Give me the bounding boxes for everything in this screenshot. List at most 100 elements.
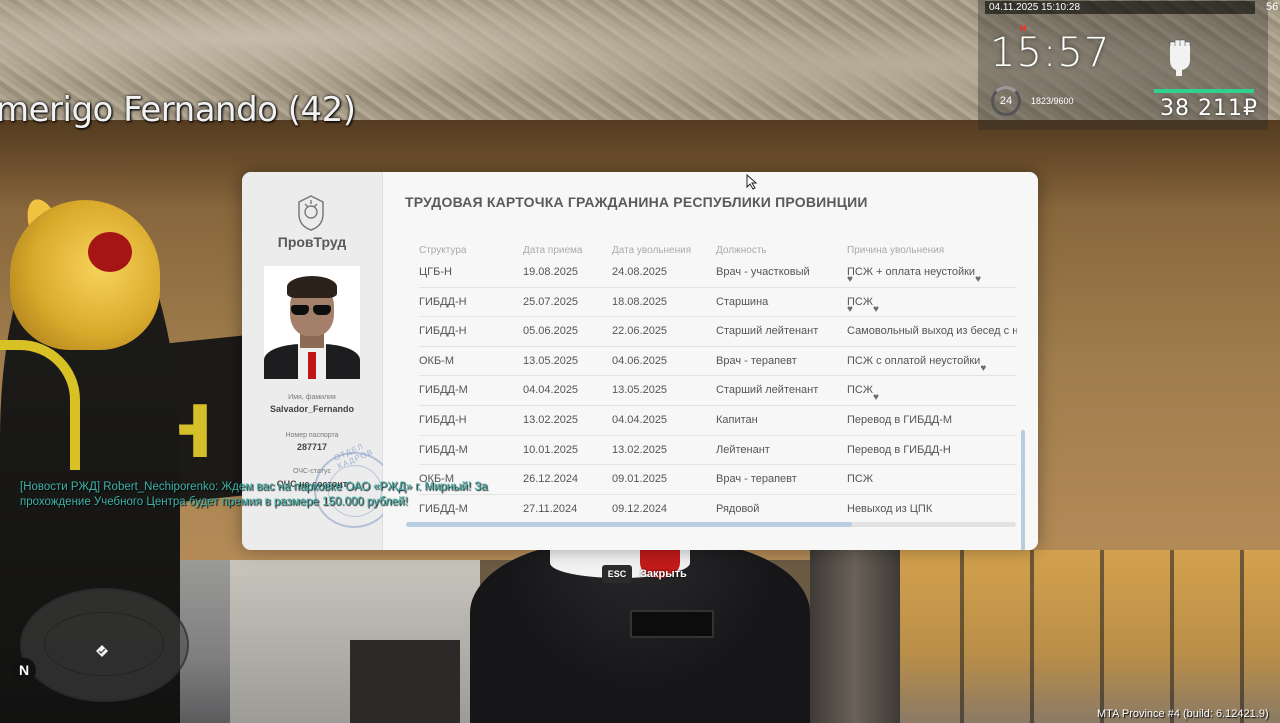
fist-icon — [1169, 39, 1191, 76]
cell-reason: ПСЖ — [847, 473, 873, 485]
cell-position: Врач - терапевт — [716, 354, 797, 367]
heart-icon: ♥ — [975, 274, 982, 285]
pillar — [810, 540, 900, 723]
cell-position: Врач - участковый — [716, 266, 810, 278]
cell-reason: ПСЖ ♥ — [847, 384, 879, 403]
esc-key[interactable]: ESC — [602, 565, 632, 583]
cell-fired: 24.08.2025 — [612, 266, 668, 278]
cell-fired: 18.08.2025 — [612, 295, 668, 308]
cell-reason: ПСЖ с оплатой неустойки ♥ — [847, 354, 986, 374]
col-position: Должность — [716, 245, 767, 256]
cell-position: Старшина — [716, 295, 769, 308]
player-marker-icon — [96, 645, 108, 657]
heart-icon: ♥ — [847, 274, 853, 285]
citizen-photo — [264, 266, 360, 379]
reason-text: Перевод в ГИБДД-Н — [847, 443, 951, 456]
reason-text: ПСЖ + оплата неустойки — [847, 266, 976, 278]
player-nametag: merigo Fernando (42) — [0, 90, 356, 130]
cell-fired: 13.05.2025 — [612, 384, 668, 397]
sunglasses — [291, 302, 333, 315]
employment-table[interactable]: ЦГБ-Н 19.08.2025 24.08.2025 Врач - участков… — [419, 258, 1017, 516]
table-row[interactable]: ОКБ-М 26.12.2024 09.01.2025 Врач - терапевт… — [419, 465, 1017, 495]
name-value: Salvador_Fernando — [269, 404, 355, 414]
cell-position: Старший лейтенант — [716, 384, 819, 397]
cell-structure: ОКБ-М — [419, 354, 455, 367]
heart-icon: ♥ — [873, 303, 879, 315]
table-row[interactable]: ОКБ-М 13.05.2025 04.06.2025 Врач - терапевт… — [419, 347, 1017, 377]
passport-label: Номер паспорта — [285, 432, 339, 439]
cell-reason: ♥ ПСЖ ♥ — [847, 296, 879, 315]
reason-text: ПСЖ с оплатой неустойки — [847, 354, 981, 367]
reason-text: Невыход из ЦПК — [847, 502, 933, 515]
cell-reason: Перевод в ГИБДД-Н — [847, 444, 951, 456]
chat-message: [Новости РЖД] Robert_Nechiporenko: Ждем … — [20, 481, 488, 508]
table-row[interactable]: ГИБДД-Н 13.02.2025 04.04.2025 Капитан Перево… — [419, 406, 1017, 436]
cell-position: Капитан — [716, 413, 758, 426]
col-hired: Дата приема — [523, 245, 583, 256]
cell-structure: ЦГБ-Н — [419, 266, 452, 278]
cell-reason: Перевод в ГИБДД-М — [847, 414, 952, 426]
table-row[interactable]: ГИБДД-М 04.04.2025 13.05.2025 Старший лейте… — [419, 376, 1017, 406]
table-row[interactable]: ГИБДД-Н 05.06.2025 22.06.2025 Старший лейте… — [419, 317, 1017, 347]
cell-reason: Самовольный выход из бесед с не — [847, 325, 1017, 337]
reason-text: Самовольный выход из бесед с не — [847, 325, 1017, 338]
cell-fired: 09.01.2025 — [612, 473, 668, 486]
cell-hired: 27.11.2024 — [523, 502, 578, 515]
table-row[interactable]: ЦГБ-Н 19.08.2025 24.08.2025 Врач - участков… — [419, 258, 1017, 288]
cell-position: Старший лейтенант — [716, 325, 819, 338]
cell-hired: 25.07.2025 — [523, 295, 579, 308]
table-row[interactable]: ГИБДД-М 27.11.2024 09.12.2024 Рядовой Невыхо… — [419, 495, 1017, 516]
brand-name: ПровТруд — [277, 234, 347, 250]
health-bar — [1154, 89, 1254, 93]
cell-structure: ГИБДД-М — [419, 443, 468, 456]
cell-hired: 10.01.2025 — [523, 443, 579, 456]
cell-fired: 22.06.2025 — [612, 325, 668, 338]
reason-text: ПСЖ — [847, 473, 874, 486]
col-fired: Дата увольнения — [612, 245, 692, 256]
cell-reason: ♥ ПСЖ + оплата неустойки ♥ — [847, 266, 981, 285]
hud-exp: 1823/9600 — [1031, 96, 1074, 106]
hud-datetime: 04.11.2025 15:10:28 — [985, 1, 1255, 14]
reason-text: ПСЖ — [847, 384, 874, 397]
hud-level: 24 — [999, 95, 1013, 107]
card-title: ТРУДОВАЯ КАРТОЧКА ГРАЖДАНИНА РЕСПУБЛИКИ … — [405, 194, 868, 210]
heart-icon: ♥ — [847, 303, 853, 315]
cell-position: Врач - терапевт — [716, 473, 797, 486]
heart-icon: ♥ — [980, 362, 987, 374]
hud-corner-number: 56 — [1266, 1, 1279, 13]
cell-structure: ГИБДД-М — [419, 384, 468, 397]
mouse-cursor-icon — [746, 174, 758, 190]
north-indicator: N — [12, 658, 36, 682]
cell-hired: 19.08.2025 — [523, 266, 579, 278]
cell-reason: Невыход из ЦПК — [847, 503, 932, 515]
cell-hired: 26.12.2024 — [523, 473, 579, 486]
heart-icon: ♥ — [873, 392, 879, 404]
cell-hired: 13.02.2025 — [523, 413, 579, 426]
vertical-scrollbar-thumb[interactable] — [1021, 430, 1025, 550]
cell-hired: 13.05.2025 — [523, 354, 579, 367]
cell-fired: 09.12.2024 — [612, 502, 668, 515]
hud-level-ring: 24 — [991, 86, 1021, 116]
npc-helmet — [10, 200, 160, 350]
cell-hired: 05.06.2025 — [523, 325, 579, 338]
cell-structure: ГИБДД-Н — [419, 295, 467, 308]
cell-structure: ГИБДД-Н — [419, 325, 467, 338]
table-row[interactable]: ГИБДД-Н 25.07.2025 18.08.2025 Старшина ♥ ПСЖ… — [419, 288, 1017, 318]
hud-clock: 15:57 — [990, 30, 1111, 76]
name-label: Имя, фамилия — [288, 394, 336, 401]
close-button[interactable]: Закрыть — [640, 568, 687, 580]
cell-fired: 04.04.2025 — [612, 413, 668, 426]
horizontal-scrollbar-thumb[interactable] — [406, 522, 852, 527]
hud-money: 38 211₽ — [1160, 96, 1258, 121]
cell-fired: 13.02.2025 — [612, 443, 668, 456]
col-reason: Причина увольнения — [847, 245, 945, 256]
build-info: MTA Province #4 (build: 6.12421.9) — [1097, 708, 1269, 720]
cell-position: Рядовой — [716, 502, 760, 515]
cell-structure: ГИБДД-Н — [419, 413, 467, 426]
cell-hired: 04.04.2025 — [523, 384, 579, 397]
storefront-window — [890, 550, 1280, 723]
cell-fired: 04.06.2025 — [612, 354, 668, 367]
reason-text: Перевод в ГИБДД-М — [847, 413, 953, 426]
table-header: Структура Дата приема Дата увольнения До… — [419, 245, 1019, 259]
table-row[interactable]: ГИБДД-М 10.01.2025 13.02.2025 Лейтенант Пере… — [419, 436, 1017, 466]
